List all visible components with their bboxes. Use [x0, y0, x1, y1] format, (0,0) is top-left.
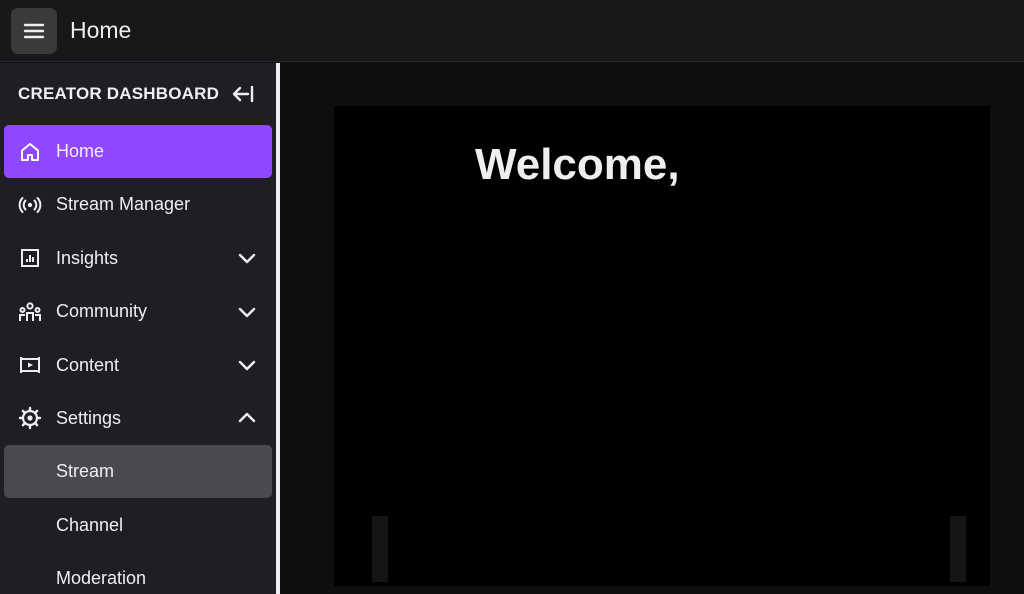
hamburger-menu-icon [23, 23, 45, 38]
chevron-down-icon [236, 247, 258, 269]
collapse-left-icon[interactable] [230, 83, 256, 105]
sidebar-item-insights[interactable]: Insights [4, 232, 272, 285]
chevron-down-icon [236, 354, 258, 376]
sidebar-item-label: Insights [56, 247, 119, 268]
sidebar-item-stream-manager[interactable]: Stream Manager [4, 178, 272, 231]
sidebar-item-label: Settings [56, 407, 122, 428]
home-icon [18, 140, 42, 164]
people-icon [18, 300, 42, 324]
sidebar-item-home[interactable]: Home [4, 125, 272, 178]
faded-overlay [372, 516, 388, 582]
chevron-up-icon [236, 407, 258, 429]
chevron-down-icon [236, 301, 258, 323]
sidebar-item-label: Channel [56, 514, 124, 535]
welcome-heading: Welcome, [475, 140, 680, 189]
welcome-panel: Welcome, [334, 106, 990, 586]
sidebar-item-label: Content [56, 354, 120, 375]
sidebar-item-content[interactable]: Content [4, 339, 272, 392]
page-title: Home [70, 17, 132, 43]
sidebar: CREATOR DASHBOARD Home Stream Manager In… [0, 63, 280, 594]
sidebar-nav: Home Stream Manager Insights Community C… [0, 125, 276, 594]
chart-icon [18, 246, 42, 270]
sidebar-item-label: Home [56, 141, 105, 161]
sidebar-item-community[interactable]: Community [4, 285, 272, 338]
sidebar-item-settings[interactable]: Settings [4, 392, 272, 445]
sidebar-subitem-channel[interactable]: Channel [4, 499, 272, 552]
sidebar-subitem-moderation[interactable]: Moderation [4, 552, 272, 594]
sidebar-item-label: Moderation [56, 568, 147, 589]
sidebar-item-label: Stream Manager [56, 194, 191, 215]
gear-icon [18, 406, 42, 430]
sidebar-item-label: Stream [56, 461, 115, 482]
broadcast-icon [18, 193, 42, 217]
sidebar-header: CREATOR DASHBOARD [0, 63, 276, 125]
sidebar-subitem-stream[interactable]: Stream [4, 445, 272, 499]
sidebar-item-label: Community [56, 301, 148, 322]
film-icon [18, 353, 42, 377]
main-content: Welcome, [284, 63, 1024, 594]
sidebar-title: CREATOR DASHBOARD [18, 84, 220, 103]
top-bar: Home [0, 0, 1024, 62]
faded-overlay [950, 516, 966, 582]
menu-button[interactable] [11, 7, 57, 54]
